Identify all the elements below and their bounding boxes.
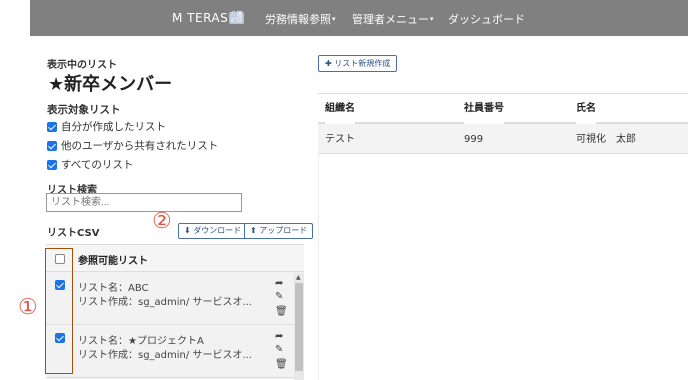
brand-badge: 介護記録: [229, 11, 244, 24]
filter-all-lists[interactable]: すべてのリスト: [47, 157, 133, 172]
cell-name: 可視化 太郎: [576, 134, 636, 145]
annotation-two: ②: [152, 209, 172, 234]
nav-dashboard[interactable]: ダッシュボード: [448, 11, 525, 27]
column-header-org[interactable]: 組織名: [325, 94, 355, 124]
table-row[interactable]: テスト 999 可視化 太郎: [318, 125, 688, 154]
download-button[interactable]: ⬇ ダウンロード: [178, 223, 248, 239]
chevron-down-icon: ▾: [332, 15, 336, 23]
column-header-name[interactable]: 氏名: [576, 94, 596, 124]
table-empty-area: [318, 154, 688, 380]
list-item[interactable]: リスト名：ABC リスト作成：sg_admin/ サービスオ... ➦ ✎ 🗑: [46, 273, 294, 325]
list-header-label: 参照可能リスト: [78, 256, 148, 267]
top-navbar: M TERAS 介護記録 労務情報参照▾ 管理者メニュー▾ ダッシュボード: [30, 0, 688, 36]
brand-logo[interactable]: M TERAS: [172, 11, 228, 25]
list-header: 参照可能リスト: [46, 245, 304, 272]
edit-icon[interactable]: ✎: [275, 344, 283, 355]
upload-label: アップロード: [259, 226, 308, 235]
annotation-box: [45, 248, 73, 374]
edit-icon[interactable]: ✎: [275, 291, 283, 302]
list-item-name: リスト名：★プロジェクトA: [78, 336, 204, 347]
chevron-down-icon: ▾: [430, 15, 434, 23]
upload-icon: ⬆: [250, 226, 257, 235]
download-label: ダウンロード: [193, 226, 242, 235]
list-item[interactable]: リスト名：★プロジェクトA リスト作成：sg_admin/ サービスオ... ➦…: [46, 326, 294, 378]
new-list-label: リスト新規作成: [334, 59, 391, 68]
annotation-one: ①: [18, 295, 38, 320]
trash-icon[interactable]: 🗑: [275, 306, 288, 317]
list-csv-label: リストCSV: [47, 228, 100, 239]
available-lists-panel: 参照可能リスト リスト名：ABC リスト作成：sg_admin/ サービスオ..…: [46, 244, 304, 380]
list-search-input[interactable]: [46, 193, 242, 212]
cell-org: テスト: [325, 134, 355, 145]
share-icon[interactable]: ➦: [275, 278, 283, 289]
nav-labor-info-label: 労務情報参照: [265, 13, 331, 26]
filter-label: すべてのリスト: [61, 159, 134, 171]
share-icon[interactable]: ➦: [275, 331, 283, 342]
list-item-name: リスト名：ABC: [78, 283, 149, 294]
current-list-label: 表示中のリスト: [47, 60, 117, 71]
filter-label: 自分が作成したリスト: [61, 121, 166, 133]
plus-icon: ✚: [325, 59, 332, 68]
members-table: 組織名 社員番号 氏名 テスト 999 可視化 太郎: [318, 93, 688, 380]
list-item-creator: リスト作成：sg_admin/ サービスオ...: [78, 350, 252, 361]
filter-own-lists[interactable]: 自分が作成したリスト: [47, 119, 166, 134]
filter-label: 他のユーザから共有されたリスト: [61, 140, 219, 152]
list-scrollbar[interactable]: ▲: [294, 273, 304, 380]
checkbox[interactable]: [47, 121, 57, 132]
trash-icon[interactable]: 🗑: [275, 359, 288, 370]
upload-button[interactable]: ⬆ アップロード: [244, 223, 314, 239]
page-title: ★新卒メンバー: [48, 74, 173, 95]
target-list-label: 表示対象リスト: [47, 104, 121, 116]
column-header-employee-no[interactable]: 社員番号: [464, 94, 504, 124]
scroll-thumb[interactable]: [295, 283, 303, 371]
nav-admin-menu[interactable]: 管理者メニュー▾: [352, 11, 434, 27]
nav-admin-label: 管理者メニュー: [352, 13, 429, 26]
scroll-up-icon[interactable]: ▲: [296, 274, 301, 281]
new-list-button[interactable]: ✚ リスト新規作成: [318, 55, 398, 72]
list-item-creator: リスト作成：sg_admin/ サービスオ...: [78, 297, 252, 308]
table-header-row: 組織名 社員番号 氏名: [318, 94, 688, 124]
checkbox[interactable]: [47, 140, 57, 151]
cell-employee-no: 999: [464, 134, 484, 145]
filter-shared-lists[interactable]: 他のユーザから共有されたリスト: [47, 138, 218, 153]
checkbox[interactable]: [47, 159, 57, 170]
download-icon: ⬇: [184, 226, 191, 235]
nav-labor-info-menu[interactable]: 労務情報参照▾: [265, 11, 336, 27]
